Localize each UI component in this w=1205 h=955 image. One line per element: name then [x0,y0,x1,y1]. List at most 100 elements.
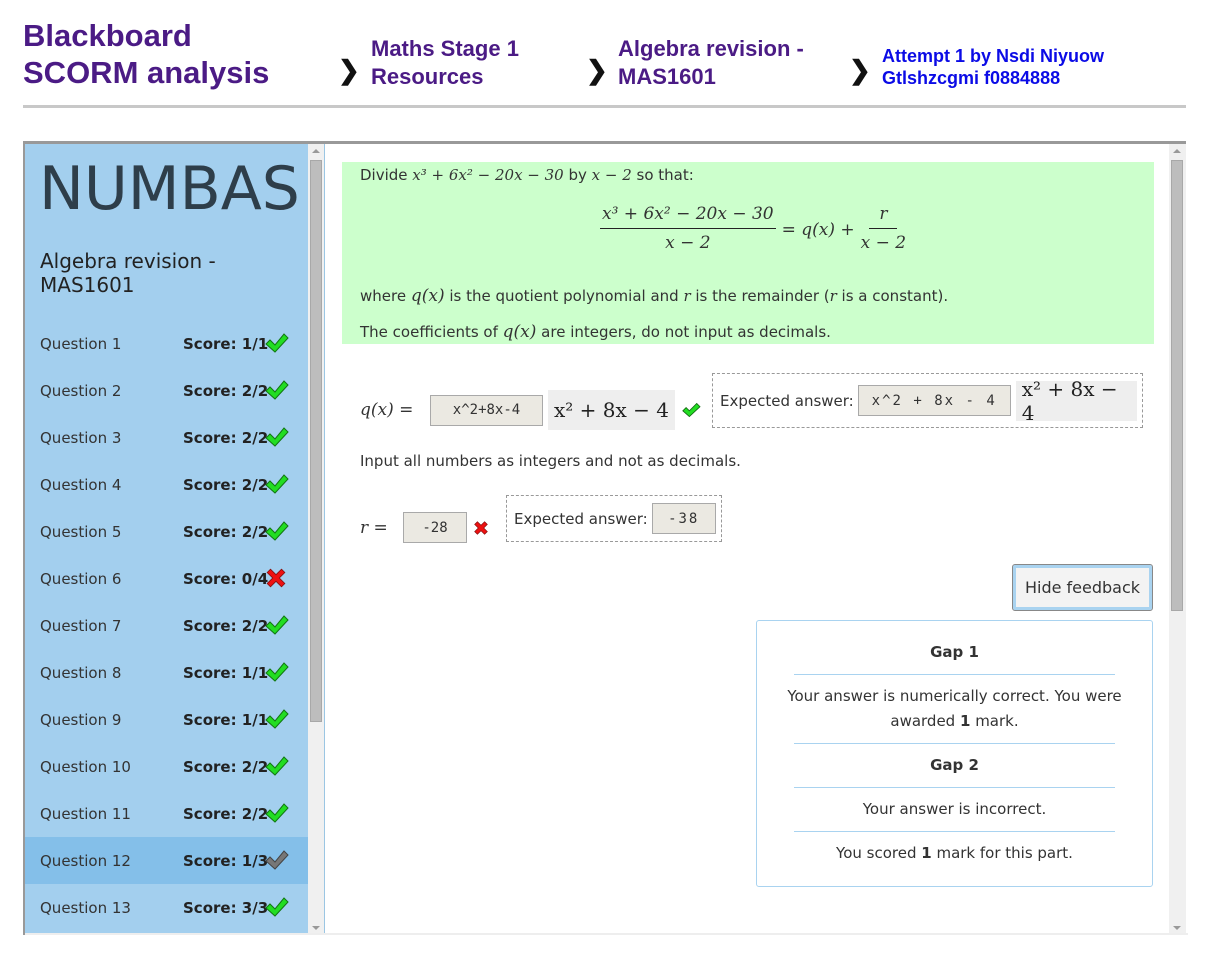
question-score: Score: 3/3 [183,898,269,917]
breadcrumb: Blackboard SCORM analysis ❯ Maths Stage … [23,0,1186,108]
feedback-gap2-title: Gap 2 [930,756,979,774]
question-score: Score: 2/2 [183,804,269,823]
question-score: Score: 2/2 [183,616,269,635]
scroll-up-icon[interactable] [312,149,320,153]
partial-check-icon [265,849,289,871]
text: Divide [360,166,413,184]
sidebar-question-item[interactable]: Question 10 Score: 2/2 [25,743,308,790]
gap1-expected-preview: x² + 8x − 4 [1015,377,1137,425]
math-q: q(x) [502,322,537,342]
question-name: Question 8 [40,663,122,682]
math-divisor: x − 2 [591,166,632,184]
text: where [360,287,411,305]
question-name: Question 1 [40,334,122,353]
divider [794,787,1115,788]
gap2-label: r = [360,517,388,538]
expected-answer-label: Expected answer: [514,509,648,528]
sidebar-scrollbar[interactable] [308,144,325,935]
exam-title: Algebra revision - MAS1601 [40,249,216,297]
text: are integers, do not input as decimals. [536,323,831,341]
question-score: Score: 1/1 [183,710,269,729]
breadcrumb-attempt-line1: Attempt 1 by Nsdi Niyuow [882,46,1105,66]
scroll-up-icon[interactable] [1173,149,1181,153]
breadcrumb-attempt-link[interactable]: Attempt 1 by Nsdi Niyuow Gtlshzcgmi f088… [882,45,1104,89]
numbas-logo: NUMBAS [39,154,300,224]
sidebar-question-item[interactable]: Question 11 Score: 2/2 [25,790,308,837]
gap2-expected-answer: Expected answer: -38 [506,495,722,542]
text: mark. [970,712,1019,730]
gap1-answer-input[interactable]: x^2+8x-4 [430,394,543,426]
feedback-gap1-message: Your answer is numerically correct. You … [787,687,1122,705]
divider [794,743,1115,744]
incorrect-cross-icon [472,519,490,537]
scroll-down-icon[interactable] [1173,926,1181,930]
main-scrollbar[interactable] [1169,144,1186,935]
question-score: Score: 1/1 [183,334,269,353]
fraction-lhs: x³ + 6x² − 20x − 30 x − 2 [600,204,776,253]
question-name: Question 4 [40,475,122,494]
text: is a constant). [836,287,949,305]
sidebar-question-item[interactable]: Question 4 Score: 2/2 [25,461,308,508]
site-title-line2: SCORM analysis [23,55,270,90]
numbas-frame: NUMBAS Algebra revision - MAS1601 Questi… [23,141,1188,935]
question-content: Divide x³ + 6x² − 20x − 30 by x − 2 so t… [326,144,1169,935]
question-name: Question 3 [40,428,122,447]
fraction-numerator: x³ + 6x² − 20x − 30 [600,204,776,229]
text: is the remainder ( [690,287,830,305]
hide-feedback-button[interactable]: Hide feedback [1012,564,1153,611]
sidebar-question-item[interactable]: Question 5 Score: 2/2 [25,508,308,555]
breadcrumb-exam-link[interactable]: Algebra revision - MAS1601 [618,35,804,91]
math-r: r [829,287,837,305]
text: so that: [631,166,694,184]
text: The coefficients of [360,323,503,341]
equation-middle: = q(x) + [781,219,855,240]
exam-title-line1: Algebra revision - [40,249,216,273]
question-name: Question 13 [40,898,131,917]
feedback-gap1-message-2: awarded 1 mark. [757,712,1152,730]
gap1-expected-answer: Expected answer: x^2 + 8x - 4 x² + 8x − … [712,373,1143,428]
breadcrumb-exam-line2: MAS1601 [618,64,716,89]
scroll-down-icon[interactable] [312,926,320,930]
sidebar-question-item[interactable]: Question 9 Score: 1/1 [25,696,308,743]
sidebar-question-item[interactable]: Question 3 Score: 2/2 [25,414,308,461]
question-score: Score: 1/1 [183,663,269,682]
breadcrumb-course-link[interactable]: Maths Stage 1 Resources [371,35,519,91]
sidebar-question-item[interactable]: Question 7 Score: 2/2 [25,602,308,649]
correct-check-icon [265,473,289,495]
gap1-row: q(x) = x^2+8x-4 x² + 8x − 4 [360,390,701,430]
sidebar-question-item[interactable]: Question 12 Score: 1/3 [25,837,308,884]
question-score: Score: 2/2 [183,757,269,776]
gap2-answer-input[interactable]: -28 [403,512,467,543]
sidebar-question-item[interactable]: Question 13 Score: 3/3 [25,884,308,931]
question-score: Score: 2/2 [183,381,269,400]
sidebar-question-item[interactable]: Question 6 Score: 0/4 [25,555,308,602]
correct-check-icon [265,614,289,636]
sidebar-question-item[interactable]: Question 8 Score: 1/1 [25,649,308,696]
gap1-answer-preview: x² + 8x − 4 [548,390,675,430]
breadcrumb-site-link[interactable]: Blackboard SCORM analysis [23,17,269,91]
chevron-right-icon: ❯ [586,55,608,85]
statement-line-3: where q(x) is the quotient polynomial an… [360,286,948,306]
correct-check-icon [681,401,701,419]
text: is the quotient polynomial and [444,287,684,305]
correct-check-icon [265,520,289,542]
sidebar-question-item[interactable]: Question 2 Score: 2/2 [25,367,308,414]
chevron-right-icon: ❯ [849,55,871,85]
marks-value: 1 [921,844,932,862]
correct-check-icon [265,379,289,401]
question-list: Question 1 Score: 1/1 Question 2 Score: 2/2… [25,320,308,931]
breadcrumb-course-line1: Maths Stage 1 [371,36,519,61]
question-score: Score: 1/3 [183,851,269,870]
breadcrumb-course-line2: Resources [371,64,484,89]
main-scrollbar-thumb[interactable] [1171,160,1183,611]
instruction-text: Input all numbers as integers and not as… [360,452,741,470]
gap1-label: q(x) = [360,400,414,420]
incorrect-cross-icon [265,567,289,589]
correct-check-icon [265,708,289,730]
sidebar-question-item[interactable]: Question 1 Score: 1/1 [25,320,308,367]
marks-value: 1 [959,712,971,730]
feedback-panel: Gap 1 Your answer is numerically correct… [756,620,1153,887]
exam-title-line2: MAS1601 [40,273,135,297]
correct-check-icon [265,426,289,448]
sidebar-scrollbar-thumb[interactable] [310,160,322,722]
